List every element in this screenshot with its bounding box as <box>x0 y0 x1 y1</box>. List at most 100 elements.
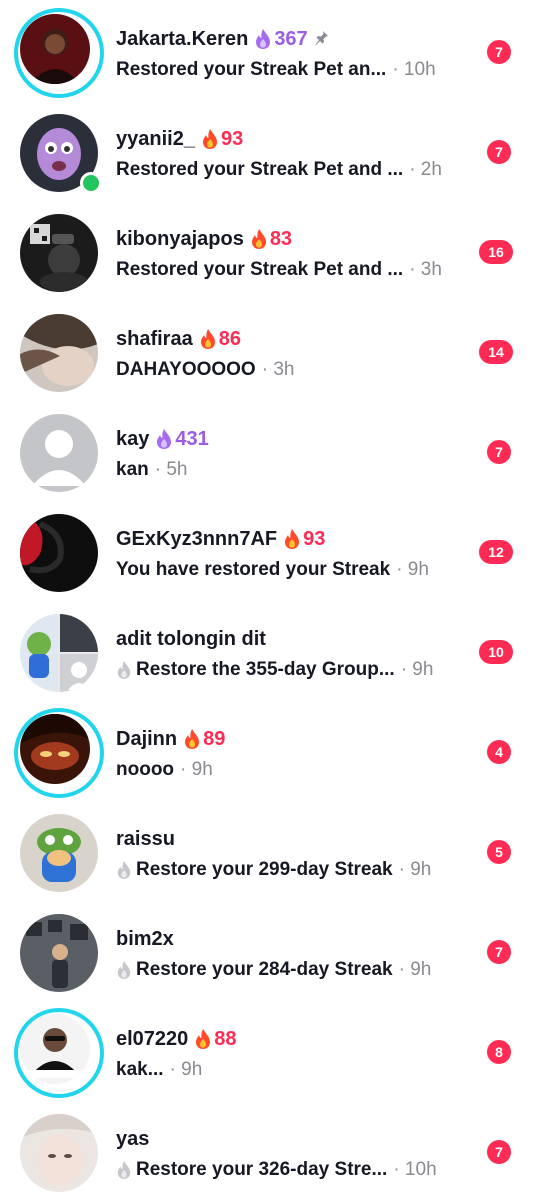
pin-icon <box>314 30 329 49</box>
conversation-row[interactable]: Dajinn 89 noooo · 9h 4 <box>0 700 533 800</box>
red-flame-icon <box>185 729 200 749</box>
timestamp: · 10h <box>393 1159 437 1180</box>
conversation-row[interactable]: raissu Restore your 299-day Streak · 9h … <box>0 800 533 900</box>
unread-badge: 4 <box>487 740 511 764</box>
streak-count: 431 <box>175 427 209 450</box>
avatar-container[interactable] <box>20 514 98 592</box>
conversation-list: Jakarta.Keren 367 Restored your Streak P… <box>0 0 533 1200</box>
avatar[interactable] <box>20 214 98 292</box>
contact-name: Dajinn <box>116 727 178 750</box>
avatar-container[interactable] <box>20 814 98 892</box>
unread-badge: 7 <box>487 440 511 464</box>
contact-name: shafiraa <box>116 327 193 350</box>
unread-badge: 7 <box>487 40 511 64</box>
timestamp: · 9h <box>398 959 432 980</box>
avatar-container[interactable] <box>20 414 98 492</box>
avatar-container[interactable] <box>20 314 98 392</box>
story-ring[interactable] <box>14 8 104 98</box>
conversation-row[interactable]: yyanii2_ 93 Restored your Streak Pet and… <box>0 100 533 200</box>
conversation-row[interactable]: bim2x Restore your 284-day Streak · 9h 7 <box>0 900 533 1000</box>
conversation-row[interactable]: Jakarta.Keren 367 Restored your Streak P… <box>0 0 533 100</box>
avatar-container[interactable] <box>20 114 102 194</box>
grey-flame-icon <box>117 861 131 879</box>
conversation-row[interactable]: yas Restore your 326-day Stre... · 10h 7 <box>0 1100 533 1200</box>
message-preview: Restore the 355-day Group... <box>136 659 395 680</box>
contact-name: adit tolongin dit <box>116 627 266 650</box>
streak-count: 93 <box>220 127 244 150</box>
avatar-container[interactable] <box>20 914 98 992</box>
message-preview: Restored your Streak Pet and ... <box>116 259 404 280</box>
message-preview: kan <box>116 459 149 480</box>
streak-count: 88 <box>214 1027 237 1050</box>
unread-badge: 8 <box>487 1040 511 1064</box>
purple-flame-icon <box>256 29 271 49</box>
message-preview: Restored your Streak Pet an... <box>116 59 387 80</box>
conversation-row[interactable]: kay 431 kan · 5h 7 <box>0 400 533 500</box>
conversation-row[interactable]: kibonyajapos 83 Restored your Streak Pet… <box>0 200 533 300</box>
contact-name: GExKyz3nnn7AF <box>116 527 278 550</box>
timestamp: · 9h <box>400 659 434 680</box>
timestamp: · 3h <box>409 259 442 280</box>
online-status-dot <box>80 172 102 194</box>
avatar[interactable] <box>20 914 98 992</box>
streak-count: 89 <box>203 727 226 750</box>
avatar[interactable] <box>20 814 98 892</box>
contact-name: yas <box>116 1127 150 1150</box>
contact-name: Jakarta.Keren <box>116 27 249 50</box>
timestamp: · 3h <box>261 359 295 380</box>
unread-badge: 16 <box>479 240 513 264</box>
avatar[interactable] <box>20 14 90 84</box>
contact-name: raissu <box>116 827 175 850</box>
unread-badge: 7 <box>487 940 511 964</box>
timestamp: · 9h <box>396 559 429 580</box>
timestamp: · 10h <box>392 59 436 80</box>
timestamp: · 9h <box>398 859 432 880</box>
contact-name: bim2x <box>116 927 174 950</box>
purple-flame-icon <box>157 429 172 449</box>
red-flame-icon <box>251 229 266 249</box>
message-preview: noooo <box>116 759 175 780</box>
red-flame-icon <box>196 1029 211 1049</box>
unread-badge: 14 <box>479 340 513 364</box>
story-ring[interactable] <box>14 708 104 798</box>
conversation-row[interactable]: el07220 88 kak... · 9h 8 <box>0 1000 533 1100</box>
timestamp: · 9h <box>169 1059 203 1080</box>
streak-count: 367 <box>274 27 308 50</box>
avatar[interactable] <box>20 314 98 392</box>
avatar-container[interactable] <box>20 1114 98 1192</box>
contact-name: kibonyajapos <box>116 227 244 250</box>
unread-badge: 5 <box>487 840 511 864</box>
avatar-container[interactable] <box>20 614 98 692</box>
conversation-row[interactable]: adit tolongin dit Restore the 355-day Gr… <box>0 600 533 700</box>
group-avatar[interactable] <box>20 614 98 692</box>
avatar[interactable] <box>20 1014 90 1084</box>
conversation-row[interactable]: GExKyz3nnn7AF 93 You have restored your … <box>0 500 533 600</box>
conversation-row[interactable]: shafiraa 86 DAHAYOOOOO · 3h 14 <box>0 300 533 400</box>
timestamp: · 9h <box>180 759 213 780</box>
red-flame-icon <box>202 129 217 149</box>
message-preview: DAHAYOOOOO <box>116 359 256 380</box>
streak-count: 86 <box>218 327 241 350</box>
unread-badge: 7 <box>487 1140 511 1164</box>
grey-flame-icon <box>117 661 131 679</box>
contact-name: el07220 <box>116 1027 189 1050</box>
message-preview: You have restored your Streak <box>116 559 391 580</box>
message-preview: kak... <box>116 1059 164 1080</box>
avatar-container[interactable] <box>20 214 98 292</box>
grey-flame-icon <box>117 961 131 979</box>
streak-count: 93 <box>303 527 326 550</box>
unread-badge: 10 <box>479 640 513 664</box>
avatar[interactable] <box>20 1114 98 1192</box>
contact-name: kay <box>116 427 150 450</box>
red-flame-icon <box>200 329 215 349</box>
avatar[interactable] <box>20 714 90 784</box>
default-avatar-icon[interactable] <box>20 414 98 492</box>
unread-badge: 12 <box>479 540 513 564</box>
avatar[interactable] <box>20 514 98 592</box>
streak-count: 83 <box>269 227 293 250</box>
message-preview: Restore your 299-day Streak <box>136 859 393 880</box>
story-ring[interactable] <box>14 1008 104 1098</box>
contact-name: yyanii2_ <box>116 127 195 150</box>
message-preview: Restored your Streak Pet and ... <box>116 159 404 180</box>
timestamp: · 5h <box>154 459 188 480</box>
